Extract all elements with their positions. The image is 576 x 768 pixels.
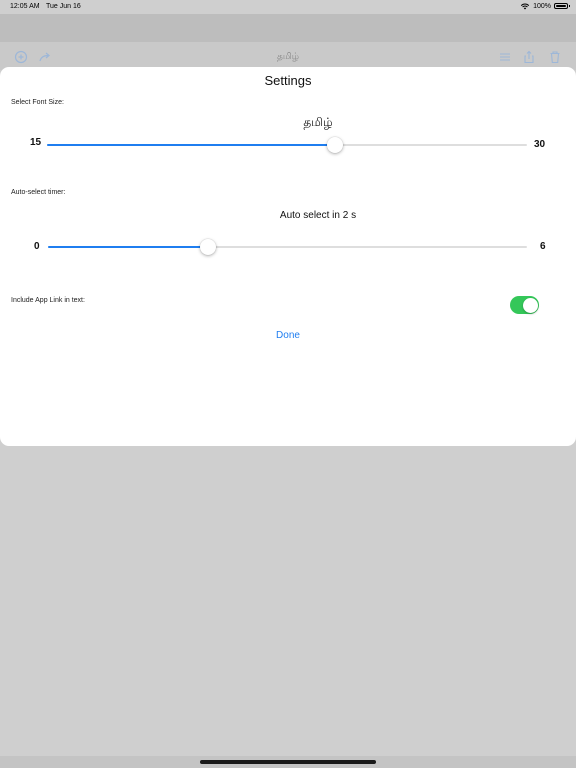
wifi-icon <box>520 3 530 10</box>
slider-fill <box>48 246 208 248</box>
font-size-max-label: 30 <box>534 139 546 150</box>
status-date: Tue Jun 16 <box>46 3 81 10</box>
timer-max-label: 6 <box>540 241 546 252</box>
list-icon[interactable] <box>498 50 512 64</box>
status-indicators: 100% <box>520 2 570 10</box>
font-size-label: Select Font Size: <box>11 99 64 106</box>
trash-icon[interactable] <box>548 50 562 64</box>
battery-icon <box>554 3 570 9</box>
font-size-min-label: 15 <box>30 137 42 148</box>
status-bar: 12:05 AM Tue Jun 16 100% <box>0 0 576 14</box>
slider-thumb[interactable] <box>199 239 216 255</box>
slider-thumb[interactable] <box>327 137 343 153</box>
timer-label: Auto-select timer: <box>11 189 66 196</box>
sheet-title: Settings <box>264 73 312 88</box>
home-indicator <box>200 760 376 764</box>
font-size-slider[interactable] <box>47 135 527 155</box>
timer-status-text: Auto select in 2 s <box>279 210 357 221</box>
status-time: 12:05 AM <box>10 3 40 10</box>
background-header <box>0 14 576 42</box>
app-link-label: Include App Link in text: <box>11 297 85 304</box>
done-button[interactable]: Done <box>0 330 576 341</box>
slider-fill <box>47 144 335 146</box>
battery-percent: 100% <box>533 2 551 10</box>
timer-slider[interactable] <box>48 237 527 257</box>
app-link-toggle[interactable] <box>510 296 539 314</box>
timer-min-label: 0 <box>34 241 40 252</box>
settings-sheet: Settings Select Font Size: தமிழ் 15 30 A… <box>0 67 576 446</box>
font-preview-text: தமிழ் <box>303 115 333 129</box>
toolbar-title: தமிழ் <box>277 51 299 61</box>
background-toolbar: தமிழ் <box>0 42 576 70</box>
toggle-knob <box>522 297 538 313</box>
share-icon[interactable] <box>522 50 536 64</box>
